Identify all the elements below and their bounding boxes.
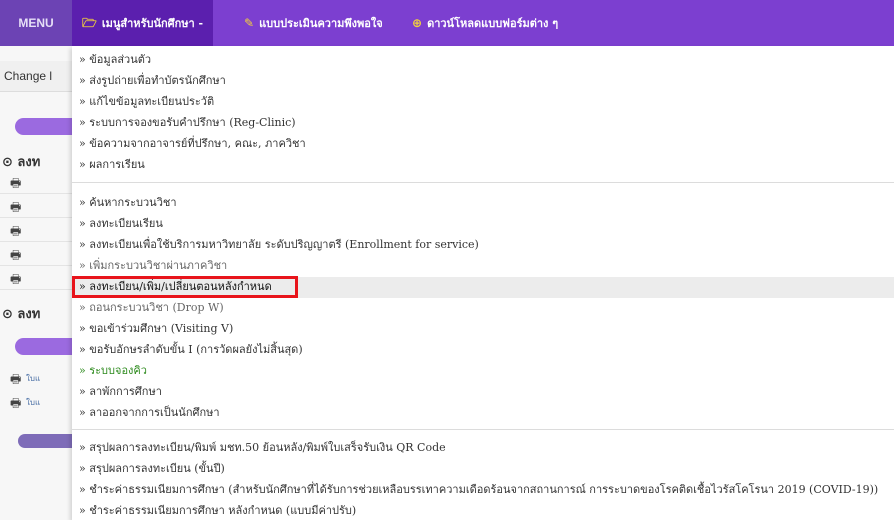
print-icon: 🖶	[10, 176, 22, 190]
print-row[interactable]: 🖶	[0, 170, 72, 194]
folder-open-icon: 🗁	[82, 16, 97, 30]
print-row[interactable]: 🖶	[0, 266, 72, 290]
download-circle-icon: ⊕	[412, 16, 423, 30]
menu-item-resign[interactable]: » ลาออกจากการเป็นนักศึกษา	[79, 406, 220, 420]
menu-item-add-course-dept[interactable]: » เพิ่มกระบวนวิชาผ่านภาควิชา	[79, 259, 227, 273]
menu-item-advisor-messages[interactable]: » ข้อความจากอาจารย์ที่ปรึกษา, คณะ, ภาควิ…	[79, 137, 306, 151]
highlight-frame	[72, 276, 298, 298]
print-icon: 🖶	[10, 396, 22, 410]
menu-divider	[72, 429, 894, 430]
menu-item-reg-clinic[interactable]: » ระบบการจองขอรับคำปรึกษา (Reg-Clinic)	[79, 116, 296, 130]
change-language-button[interactable]: Change l	[0, 61, 72, 92]
print-row[interactable]: 🖶	[0, 218, 72, 242]
background-sidebar: Change l ⊙ ลงท 🖶 🖶 🖶 🖶 🖶 ⊙ ลงท 🖶 ใบแ 🖶 ใบแ…	[0, 46, 72, 520]
print-icon: 🖶	[10, 224, 22, 238]
menu-button[interactable]: MENU	[0, 0, 72, 46]
menu-divider	[72, 182, 894, 183]
satisfaction-survey-label: แบบประเมินความพึงพอใจ	[259, 17, 383, 30]
menu-item-register[interactable]: » ลงทะเบียนเรียน	[79, 217, 163, 231]
top-navbar: MENU 🗁 เมนูสำหรับนักศึกษา - ✎ แบบประเมินคว…	[0, 0, 894, 46]
student-menu-panel: » ข้อมูลส่วนตัว » ส่งรูปถ่ายเพื่อทำบัตรน…	[72, 46, 894, 520]
pencil-icon: ✎	[244, 16, 255, 30]
section-header-bar	[15, 118, 72, 135]
download-forms-link[interactable]: ⊕ ดาวน์โหลดแบบฟอร์มต่าง ๆ	[412, 0, 558, 46]
section-header-bar	[15, 338, 72, 355]
menu-item-queue-booking[interactable]: » ระบบจองคิว	[79, 364, 147, 378]
section-register-heading[interactable]: ⊙ ลงท	[2, 303, 40, 324]
menu-item-course-search[interactable]: » ค้นหากระบวนวิชา	[79, 196, 177, 210]
menu-item-registration-summary-qr[interactable]: » สรุปผลการลงทะเบียน/พิมพ์ มชท.50 ย้อนหล…	[79, 441, 446, 455]
circle-chevron-icon: ⊙	[2, 155, 18, 170]
print-receipt-row[interactable]: 🖶 ใบแ	[0, 366, 72, 389]
menu-item-grades[interactable]: » ผลการเรียน	[79, 158, 145, 172]
section-register-heading[interactable]: ⊙ ลงท	[2, 151, 40, 172]
menu-item-enrollment-service[interactable]: » ลงทะเบียนเพื่อใช้บริการมหาวิทยาลัย ระด…	[79, 238, 479, 252]
menu-item-edit-profile[interactable]: » แก้ไขข้อมูลทะเบียนประวัติ	[79, 95, 214, 109]
student-menu-dropdown[interactable]: 🗁 เมนูสำหรับนักศึกษา -	[72, 0, 214, 46]
print-row[interactable]: 🖶	[0, 194, 72, 218]
menu-item-fee-late[interactable]: » ชำระค่าธรรมเนียมการศึกษา หลังกำหนด (แบ…	[79, 504, 356, 518]
print-row[interactable]: 🖶	[0, 242, 72, 266]
menu-item-send-photo[interactable]: » ส่งรูปถ่ายเพื่อทำบัตรนักศึกษา	[79, 74, 226, 88]
menu-item-fee-covid[interactable]: » ชำระค่าธรรมเนียมการศึกษา (สำหรับนักศึก…	[79, 483, 878, 497]
print-icon: 🖶	[10, 272, 22, 286]
menu-item-grade-i[interactable]: » ขอรับอักษรลำดับขั้น I (การวัดผลยังไม่ส…	[79, 343, 303, 357]
menu-item-personal-info[interactable]: » ข้อมูลส่วนตัว	[79, 53, 151, 67]
print-receipt-row[interactable]: 🖶 ใบแ	[0, 390, 72, 413]
menu-item-leave-study[interactable]: » ลาพักการศึกษา	[79, 385, 162, 399]
download-forms-label: ดาวน์โหลดแบบฟอร์มต่าง ๆ	[427, 17, 559, 30]
menu-item-drop-w[interactable]: » ถอนกระบวนวิชา (Drop W)	[79, 301, 224, 315]
menu-item-visiting-v[interactable]: » ขอเข้าร่วมศึกษา (Visiting V)	[79, 322, 233, 336]
menu-item-registration-summary-year[interactable]: » สรุปผลการลงทะเบียน (ขั้นปี)	[79, 462, 225, 476]
print-icon: 🖶	[10, 248, 22, 262]
circle-chevron-icon: ⊙	[2, 307, 18, 322]
student-menu-label: เมนูสำหรับนักศึกษา -	[101, 17, 204, 30]
print-icon: 🖶	[10, 200, 22, 214]
satisfaction-survey-link[interactable]: ✎ แบบประเมินความพึงพอใจ	[244, 0, 383, 46]
print-icon: 🖶	[10, 372, 22, 386]
print-button[interactable]: พิ	[18, 434, 72, 448]
